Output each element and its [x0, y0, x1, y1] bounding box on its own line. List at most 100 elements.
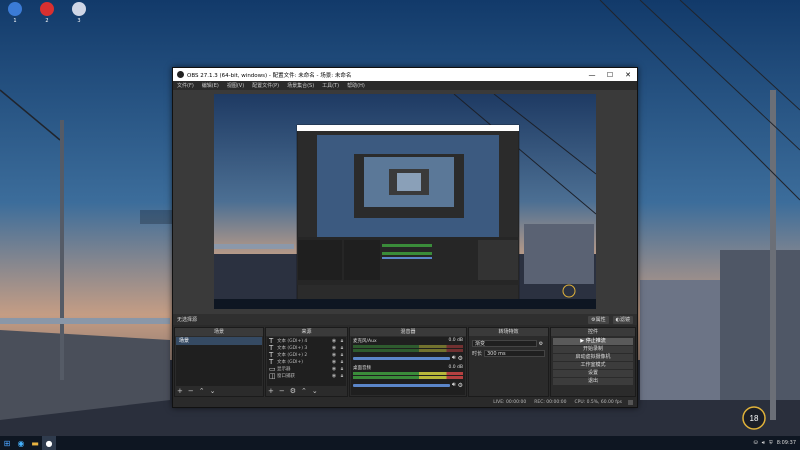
duration-input[interactable]: 300 ms	[484, 350, 545, 357]
no-source-selected-label: 无选择源	[177, 317, 198, 323]
menu-profile[interactable]: 配置文件(P)	[252, 82, 279, 89]
source-item[interactable]: T 文本 (GDI+) 4 ◉ 🔒︎	[267, 337, 346, 345]
lock-icon[interactable]: 🔒︎	[338, 338, 346, 344]
source-properties-gear-icon[interactable]: ⚙	[290, 387, 296, 395]
desktop-icon-1[interactable]: 1	[4, 2, 26, 24]
properties-label: 属性	[595, 317, 606, 323]
gear-icon[interactable]: ⚙	[458, 382, 463, 389]
volume-slider[interactable]	[353, 383, 450, 387]
controls-dock-title: 控件	[551, 328, 635, 336]
red-circle-app-icon	[40, 2, 54, 16]
move-up-icon[interactable]: ⌃	[199, 387, 205, 395]
source-name: 窗口捕获	[277, 373, 295, 379]
transitions-dock-title: 转场特效	[469, 328, 548, 336]
speaker-icon[interactable]: 🔊︎	[452, 381, 456, 389]
eye-icon[interactable]: ◉	[330, 366, 338, 372]
volume-icon[interactable]: 🔊︎	[762, 440, 765, 446]
preview-area	[173, 90, 637, 314]
mixer-channels: 麦克风/Aux 0.0 dB 🔊︎ ⚙ 桌面音频 0.0 dB 🔊︎ ⚙	[351, 337, 465, 395]
sources-list: T 文本 (GDI+) 4 ◉ 🔒︎ T 文本 (GDI+) 3 ◉ 🔒︎ T …	[267, 337, 346, 386]
add-scene-button[interactable]: +	[177, 387, 183, 395]
lock-icon[interactable]: 🔒︎	[338, 366, 346, 372]
live-timer: LIVE: 00:00:00	[493, 399, 527, 405]
lock-icon[interactable]: 🔒︎	[338, 359, 346, 365]
channel-db: 0.0 dB	[448, 365, 463, 370]
close-button[interactable]: ✕	[619, 71, 637, 79]
minimize-button[interactable]: —	[583, 71, 601, 79]
mixer-channel-desktop: 桌面音频 0.0 dB 🔊︎ ⚙	[351, 364, 465, 391]
clock[interactable]: 8:09:37	[777, 440, 796, 446]
menu-help[interactable]: 帮助(H)	[347, 82, 365, 89]
channel-name: 桌面音频	[353, 366, 371, 371]
channel-db: 0.0 dB	[448, 338, 463, 343]
start-virtual-camera-button[interactable]: 启动虚拟摄像机	[553, 354, 633, 361]
obs-window: OBS 27.1.3 (64-bit, windows) - 配置文件: 未命名…	[172, 67, 638, 408]
weather-widget[interactable]: 18	[740, 404, 770, 432]
eye-icon[interactable]: ◉	[330, 352, 338, 358]
menu-tools[interactable]: 工具(T)	[322, 82, 339, 89]
browser-icon[interactable]: ◉	[14, 436, 28, 450]
scissors-app-icon	[72, 2, 86, 16]
remove-source-button[interactable]: −	[279, 387, 285, 395]
window-titlebar[interactable]: OBS 27.1.3 (64-bit, windows) - 配置文件: 未命名…	[173, 68, 637, 81]
source-item[interactable]: ▭ 显示器 ◉ 🔒︎	[267, 365, 346, 373]
scene-item[interactable]: 场景	[176, 337, 262, 345]
gear-icon[interactable]: ⚙	[458, 355, 463, 362]
desktop-icon-2[interactable]: 2	[36, 2, 58, 24]
eye-icon[interactable]: ◉	[330, 359, 338, 365]
eye-icon[interactable]: ◉	[330, 345, 338, 351]
obs-taskbar-icon[interactable]: ●	[42, 436, 56, 450]
mixer-channel-mic: 麦克风/Aux 0.0 dB 🔊︎ ⚙	[351, 337, 465, 364]
maximize-button[interactable]: ☐	[601, 71, 619, 79]
temperature-label: 18	[750, 414, 759, 423]
gear-icon[interactable]: ⚙	[537, 341, 545, 347]
move-down-icon[interactable]: ⌄	[210, 387, 216, 395]
shield-icon[interactable]: ⛨	[769, 440, 773, 446]
lock-icon[interactable]: 🔒︎	[338, 352, 346, 358]
menu-file[interactable]: 文件(F)	[177, 82, 194, 89]
menu-edit[interactable]: 编辑(E)	[202, 82, 219, 89]
volume-slider[interactable]	[353, 356, 450, 360]
source-name: 文本 (GDI+) 3	[277, 345, 308, 351]
scenes-toolbar: + − ⌃ ⌄	[177, 386, 221, 396]
mixer-dock-title: 混音器	[350, 328, 466, 336]
studio-mode-button[interactable]: 工作室模式	[553, 362, 633, 369]
lock-icon[interactable]: 🔒︎	[338, 373, 346, 379]
lock-icon[interactable]: 🔒︎	[338, 345, 346, 351]
eye-icon[interactable]: ◉	[330, 373, 338, 379]
stream-status-indicator	[628, 399, 633, 405]
folder-icon[interactable]: ▬	[28, 436, 42, 450]
add-source-button[interactable]: +	[268, 387, 274, 395]
properties-button[interactable]: ⚙ 属性	[588, 315, 609, 324]
sources-toolbar: + − ⚙ ⌃ ⌄	[268, 386, 323, 396]
transition-type-select[interactable]: 渐变	[472, 340, 537, 347]
move-down-icon[interactable]: ⌄	[312, 387, 318, 395]
preview-canvas[interactable]	[214, 94, 596, 309]
stop-streaming-button[interactable]: ▶ 停止推流	[553, 338, 633, 345]
button-label: 停止推流	[585, 338, 606, 344]
filters-button[interactable]: ◐ 滤镜	[612, 315, 633, 324]
mixer-dock: 混音器 麦克风/Aux 0.0 dB 🔊︎ ⚙ 桌面音频 0.0 dB 🔊︎ ⚙	[349, 327, 467, 397]
settings-button[interactable]: 设置	[553, 370, 633, 377]
duration-label: 时长	[472, 351, 483, 357]
source-item[interactable]: T 文本 (GDI+) 2 ◉ 🔒︎	[267, 351, 346, 359]
volume-meter	[353, 372, 463, 375]
desktop-icon-3[interactable]: 3	[68, 2, 90, 24]
source-toolbar: 无选择源 ⚙ 属性 ◐ 滤镜	[173, 314, 637, 325]
source-item[interactable]: T 文本 (GDI+) ◉ 🔒︎	[267, 358, 346, 366]
remove-scene-button[interactable]: −	[188, 387, 194, 395]
eye-icon[interactable]: ◉	[330, 338, 338, 344]
network-icon[interactable]: ⛁	[754, 440, 758, 446]
menu-scene-collection[interactable]: 场景集合(S)	[287, 82, 314, 89]
source-item[interactable]: T 文本 (GDI+) 3 ◉ 🔒︎	[267, 344, 346, 352]
transitions-dock: 转场特效 渐变 ⚙ 时长 300 ms	[468, 327, 549, 397]
move-up-icon[interactable]: ⌃	[301, 387, 307, 395]
exit-button[interactable]: 退出	[553, 378, 633, 385]
menu-view[interactable]: 视图(V)	[227, 82, 244, 89]
start-recording-button[interactable]: 开始录制	[553, 346, 633, 353]
volume-meter	[353, 376, 463, 379]
windows-start-icon[interactable]: ⊞	[0, 436, 14, 450]
source-item[interactable]: ◫ 窗口捕获 ◉ 🔒︎	[267, 372, 346, 380]
speaker-icon[interactable]: 🔊︎	[452, 354, 456, 362]
volume-meter	[353, 345, 463, 348]
